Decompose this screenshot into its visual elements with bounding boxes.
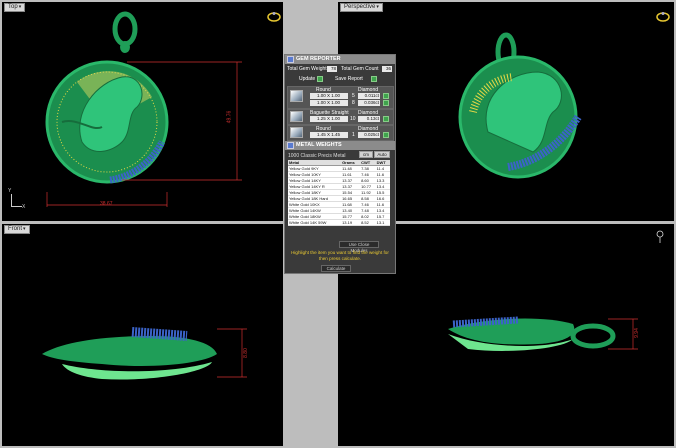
round-gem-icon (290, 127, 303, 138)
gem-reporter-title: GEM REPORTER (285, 55, 395, 64)
viewport-front[interactable]: Front▾ 8.80 (2, 224, 283, 446)
gem-select-button[interactable] (383, 132, 389, 138)
gem-size: 1.45 X 1.45 (310, 132, 348, 138)
gem-size: 1.25 X 1.00 (310, 116, 348, 122)
gem-actions-row: Update Save Report (285, 74, 395, 84)
gem-select-button[interactable] (383, 116, 389, 122)
round-gem-icon (290, 90, 303, 102)
gem-weight: 0.13ct (358, 116, 380, 122)
gem-count: 5 (352, 93, 355, 99)
gem-reporter-panel: GEM REPORTER Total Gem Weight 78 Total G… (284, 54, 396, 274)
total-weight-value: 78 (327, 66, 337, 72)
close-modules-dropdown[interactable]: Use Close Modules (339, 241, 379, 253)
metal-weights-table: Metal Grams CWT DWT Yellow Gold 9KY 11.48… (288, 160, 390, 226)
baguette-gem-icon (290, 111, 303, 122)
auto-select[interactable]: Auto (374, 151, 390, 158)
calculate-button[interactable]: Calculate (321, 265, 351, 272)
viewport-top[interactable]: Top▾ 49.76 38.67 Y X (2, 2, 283, 221)
total-count-label: Total Gem Count (341, 66, 379, 72)
gem-reporter-icon (287, 56, 294, 63)
top-view-pendant (45, 11, 242, 207)
total-count-value: 36 (382, 66, 392, 72)
gem-weight: 0.036ct (358, 100, 380, 106)
table-cell: 13.19 (341, 219, 361, 226)
metal-calc-label: 1000 Classic Precis Metal (288, 153, 346, 159)
front-view-pendant (42, 327, 247, 380)
perspective-ring-icon[interactable] (656, 12, 670, 22)
save-report-button[interactable] (371, 76, 377, 82)
metal-weights-instructions: Highlight the item you want to find the … (291, 250, 389, 261)
metal-weights-icon (287, 142, 294, 149)
gem-totals-row: Total Gem Weight 78 Total Gem Count 36 (285, 64, 395, 74)
update-label: Update (299, 76, 316, 82)
gem-item[interactable]: Round Diamond 1.00 X 1.00 5 0.011ct 1.00… (287, 86, 394, 109)
render-ring-icon[interactable] (267, 12, 281, 22)
table-row[interactable]: White Gold 14K 59W 13.19 8.52 13.1 (288, 219, 390, 226)
units-select[interactable]: cm (359, 151, 373, 158)
dimension-label-right: 9.94 (633, 328, 640, 338)
gem-count: 8 (352, 100, 355, 106)
gem-weight: 0.011ct (358, 93, 380, 99)
update-button[interactable] (317, 76, 323, 82)
save-report-label: Save Report (335, 76, 363, 82)
metal-weights-title: METAL WEIGHTS (285, 141, 395, 150)
dimension-label-front: 8.80 (242, 348, 249, 358)
gem-item[interactable]: Baguette Straight Diamond 1.25 X 1.00 10… (287, 109, 394, 125)
gem-count: 10 (350, 116, 356, 122)
table-cell: 13.1 (375, 219, 390, 226)
dimension-label-horizontal: 38.67 (100, 201, 113, 207)
gem-count: 1 (352, 132, 355, 138)
right-view-axis-icon (656, 230, 664, 243)
total-weight-label: Total Gem Weight (287, 66, 327, 72)
dimension-label-vertical: 49.76 (226, 110, 233, 124)
axis-indicator: Y X (8, 188, 26, 210)
gem-select-button[interactable] (383, 93, 389, 99)
gem-select-button[interactable] (383, 100, 389, 106)
gem-weight: 0.025ct (358, 132, 380, 138)
gem-size: 1.00 X 1.00 (310, 93, 348, 99)
table-cell: 8.52 (360, 219, 376, 226)
table-cell: White Gold 14K 59W (288, 219, 342, 226)
gem-item[interactable]: Round Diamond 1.45 X 1.45 1 0.025ct (287, 125, 394, 141)
gem-size: 1.00 X 1.00 (310, 100, 348, 106)
